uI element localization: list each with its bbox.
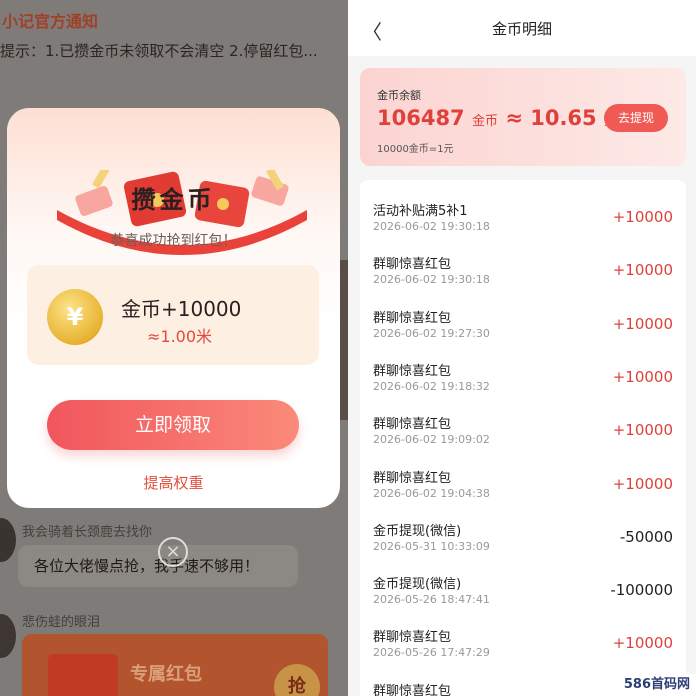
item-date: 2026-06-02 19:30:18	[373, 273, 490, 287]
screenshot-root: 小记官方通知 提示：1.已攒金币未领取不会清空 2.停留红包... 我会骑着长颈…	[0, 0, 696, 696]
withdraw-button[interactable]: 去提现	[604, 104, 668, 132]
item-date: 2026-05-31 10:33:09	[373, 539, 490, 553]
item-date: 2026-06-02 19:27:30	[373, 326, 490, 340]
sender-name: 我会骑着长颈鹿去找你	[22, 525, 153, 540]
avatar[interactable]	[0, 614, 16, 658]
item-date: 2026-06-02 19:04:38	[373, 486, 490, 500]
avatar[interactable]	[0, 518, 16, 562]
list-item[interactable]: 群聊惊喜红包 2026-05-26 17:47:29 +10000	[360, 612, 686, 665]
balance-value: 106487 金币 ≈ 10.65 元	[377, 106, 617, 130]
item-title: 群聊惊喜红包	[373, 363, 452, 379]
item-amount: +10000	[612, 208, 673, 226]
item-amount: +10000	[612, 314, 673, 333]
grab-button[interactable]: 抢	[274, 664, 320, 696]
close-icon[interactable]: ×	[158, 537, 188, 567]
item-date: 2026-06-02 19:30:18	[373, 220, 490, 233]
item-title: 活动补贴满5补1	[373, 204, 468, 219]
list-item[interactable]: 群聊惊喜红包 2026-06-02 19:30:18 +10000	[360, 239, 686, 292]
chat-screen: 小记官方通知 提示：1.已攒金币未领取不会清空 2.停留红包... 我会骑着长颈…	[0, 0, 348, 696]
item-date: 2026-06-02 19:09:02	[373, 433, 490, 447]
approx-sign: ≈	[505, 106, 523, 130]
sender-name: 悲伤蛙的眼泪	[22, 615, 101, 630]
balance-card: 金币余额 106487 金币 ≈ 10.65 元 10000金币=1元 去提现	[360, 68, 686, 166]
reward-box: ¥ 金币+10000 ≈1.00米	[27, 265, 319, 365]
item-amount: -50000	[619, 527, 673, 546]
item-title: 群聊惊喜红包	[373, 310, 452, 326]
red-envelope-icon	[48, 654, 118, 696]
list-item[interactable]: 群聊惊喜红包 2026-06-02 19:18:32 +10000	[360, 346, 686, 399]
item-date: 2026-05-26 17:47:29	[373, 646, 490, 660]
boost-link[interactable]: 提高权重	[7, 472, 340, 493]
item-amount: +10000	[612, 421, 673, 440]
watermark: 586首码网 www.h586.com	[526, 674, 696, 696]
list-item[interactable]: 金币提现(微信) 2026-05-26 18:47:41 -100000	[360, 559, 686, 612]
item-date: 2026-05-26 18:47:41	[373, 593, 490, 607]
item-title: 群聊惊喜红包	[373, 630, 452, 646]
modal-subtitle: 恭喜成功抢到红包！	[110, 233, 237, 249]
coin-detail-screen: 〈 金币明细 金币余额 106487 金币 ≈ 10.65 元 10000金币=…	[348, 0, 696, 696]
red-packet-label: 专属红包	[130, 664, 202, 685]
notice-title: 小记官方通知	[2, 12, 99, 31]
item-amount: +10000	[612, 474, 673, 493]
item-title: 金币提现(微信)	[373, 523, 462, 539]
item-title: 群聊惊喜红包	[373, 257, 452, 273]
list-item[interactable]: 金币提现(微信) 2026-05-31 10:33:09 -50000	[360, 506, 686, 559]
item-amount: +10000	[612, 367, 673, 386]
item-amount: -100000	[610, 581, 673, 600]
item-amount: +10000	[612, 261, 673, 280]
gold-coin-icon: ¥	[47, 289, 103, 345]
item-title: 群聊惊喜红包	[373, 470, 452, 486]
claim-button[interactable]: 立即领取	[47, 400, 299, 450]
list-item[interactable]: 群聊惊喜红包 2026-06-02 19:04:38 +10000	[360, 453, 686, 506]
page-title: 金币明细	[491, 20, 552, 38]
coin-unit: 金币	[471, 114, 498, 129]
transaction-list: 活动补贴满5补1 2026-06-02 19:30:18 +10000 群聊惊喜红包 2…	[360, 180, 686, 696]
item-title: 群聊惊喜红包	[373, 417, 452, 433]
item-title: 群聊惊喜红包	[373, 683, 452, 696]
reward-approx: ≈1.00米	[147, 327, 213, 346]
balance-label: 金币余额	[377, 89, 421, 102]
reward-amount: 金币+10000	[121, 297, 242, 321]
item-date: 2026-06-02 19:18:32	[373, 379, 490, 393]
item-title: 金币提现(微信)	[373, 577, 462, 593]
coin-symbol: ¥	[66, 303, 84, 331]
balance-yuan: 10.65	[530, 106, 597, 130]
balance-coins: 106487	[377, 106, 465, 130]
list-item[interactable]: 群聊惊喜红包 2026-06-02 19:09:02 +10000	[360, 399, 686, 452]
item-amount: +10000	[612, 634, 673, 653]
exchange-rate: 10000金币=1元	[377, 144, 454, 155]
list-item[interactable]: 活动补贴满5补1 2026-06-02 19:30:18 +10000	[360, 186, 686, 239]
reward-modal: 攒金币 恭喜成功抢到红包！ ¥ 金币+10000 ≈1.00米 立即领取 提高权…	[7, 108, 340, 508]
red-packet-card[interactable]: 专属红包 抢	[22, 634, 328, 696]
modal-title: 攒金币	[131, 186, 216, 214]
notice-body[interactable]: 提示：1.已攒金币未领取不会清空 2.停留红包...	[0, 40, 348, 61]
nav-bar: 〈 金币明细	[348, 0, 696, 56]
list-item[interactable]: 群聊惊喜红包 2026-06-02 19:27:30 +10000	[360, 293, 686, 346]
